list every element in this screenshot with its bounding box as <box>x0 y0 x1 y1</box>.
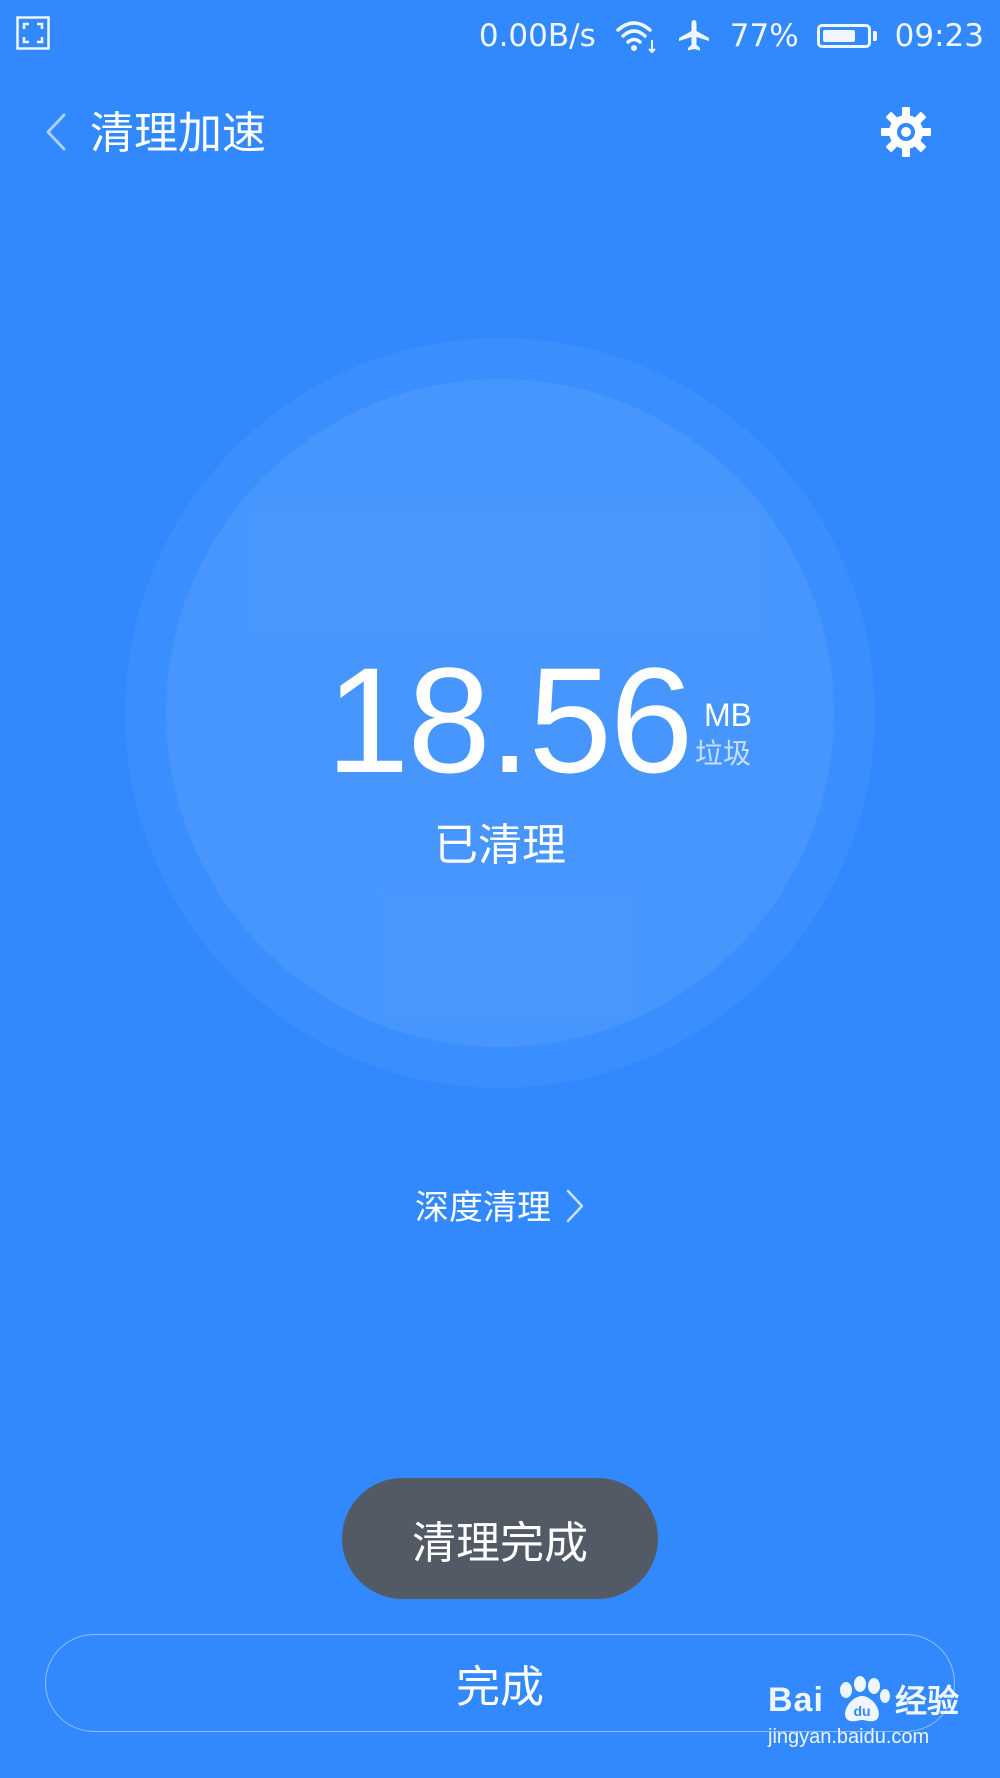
page-title: 清理加速 <box>90 108 266 159</box>
gear-icon <box>880 106 932 162</box>
watermark-url: jingyan.baidu.com <box>768 1726 930 1748</box>
app-bar: 清理加速 <box>0 90 1000 178</box>
baidu-jingyan-watermark: Bai du 经验 jingyan.baidu.com <box>760 1676 992 1760</box>
settings-button[interactable] <box>878 106 934 162</box>
battery-icon <box>816 24 877 48</box>
watermark-brand: Bai <box>768 1681 824 1719</box>
svg-text:du: du <box>853 1703 870 1719</box>
screenshot-frame-icon <box>16 16 50 50</box>
cleaned-status-label: 已清理 <box>434 820 566 871</box>
back-button[interactable] <box>36 110 76 158</box>
airplane-icon <box>676 18 712 54</box>
battery-fill <box>822 30 855 42</box>
amount-unit: MB <box>704 697 752 733</box>
amount-unit-subtitle: 垃圾 <box>695 737 752 770</box>
clock: 09:23 <box>894 18 984 54</box>
toast-text: 清理完成 <box>412 1517 588 1569</box>
baidu-paw-icon: du <box>832 1676 894 1728</box>
cleaned-amount: 18.56 <box>326 636 693 804</box>
toast-message: 清理完成 <box>342 1478 658 1599</box>
battery-percent: 77% <box>729 18 799 54</box>
status-bar: 0.00B/s 77% 09:23 <box>0 0 1000 72</box>
chevron-right-icon <box>565 1188 585 1228</box>
deep-clean-label: 深度清理 <box>415 1188 551 1228</box>
done-button-label: 完成 <box>456 1662 544 1713</box>
deep-clean-link[interactable]: 深度清理 <box>0 1186 1000 1230</box>
wifi-icon <box>614 18 658 54</box>
chevron-left-icon <box>43 112 69 156</box>
network-speed: 0.00B/s <box>478 18 596 54</box>
watermark-tag: 经验 <box>895 1682 960 1720</box>
